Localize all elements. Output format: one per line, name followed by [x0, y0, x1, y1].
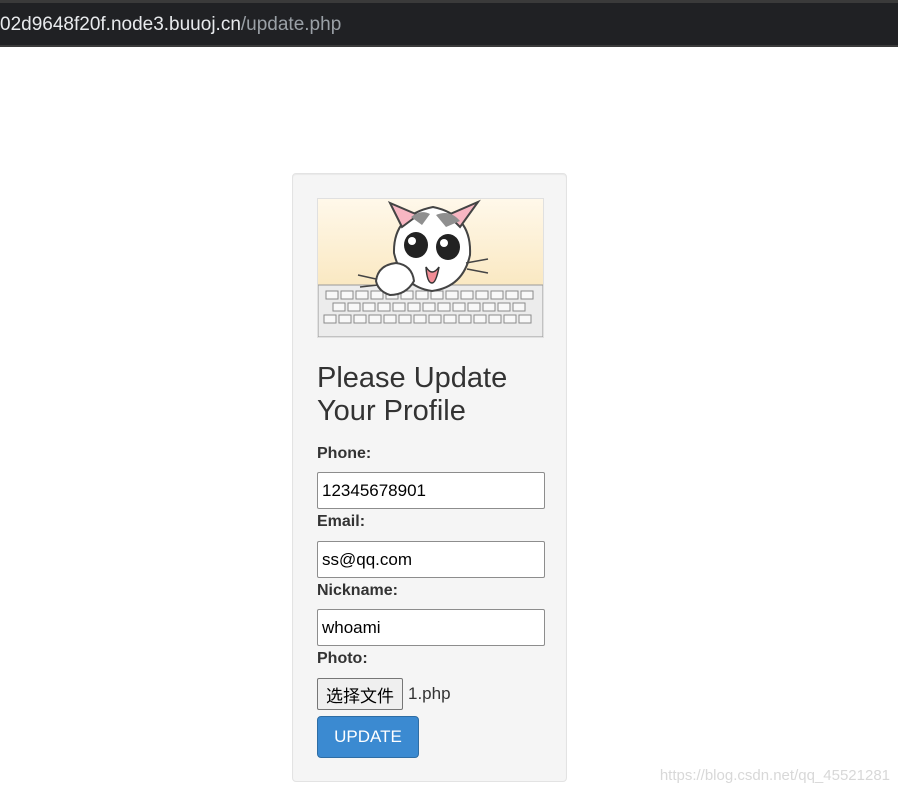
- page-body: Please Update Your Profile Phone: Email:…: [0, 47, 898, 794]
- email-input[interactable]: [317, 541, 545, 578]
- cat-illustration: [318, 199, 543, 337]
- email-label: Email:: [317, 513, 366, 530]
- cartoon-cat-keyboard-image: [317, 198, 544, 338]
- browser-url-bar[interactable]: 02d9648f20f.node3.buuoj.cn/update.php: [0, 0, 898, 47]
- choose-file-button[interactable]: 选择文件: [317, 678, 403, 710]
- nickname-input[interactable]: [317, 609, 545, 646]
- phone-label: Phone:: [317, 445, 372, 462]
- url-host: 02d9648f20f.node3.buuoj.cn: [0, 14, 241, 35]
- url-text[interactable]: 02d9648f20f.node3.buuoj.cn/update.php: [0, 13, 341, 37]
- profile-update-card: Please Update Your Profile Phone: Email:…: [292, 173, 567, 782]
- phone-input[interactable]: [317, 472, 545, 509]
- photo-label: Photo:: [317, 650, 368, 667]
- selected-file-name: 1.php: [408, 684, 451, 703]
- photo-file-input[interactable]: 选择文件 1.php: [317, 678, 451, 710]
- watermark: https://blog.csdn.net/qq_45521281: [659, 767, 890, 784]
- update-button[interactable]: UPDATE: [317, 716, 419, 758]
- page-title: Please Update Your Profile: [317, 362, 508, 427]
- url-path: /update.php: [240, 14, 342, 35]
- nickname-label: Nickname:: [317, 582, 398, 599]
